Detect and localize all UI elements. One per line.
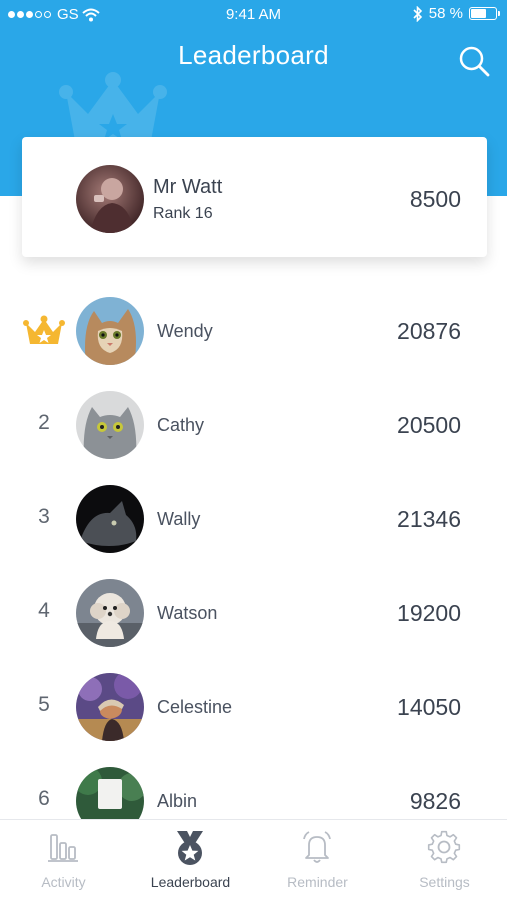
avatar <box>76 767 144 819</box>
list-item[interactable]: 3 Wally 21346 <box>0 473 507 567</box>
rank-number: 3 <box>38 505 50 528</box>
list-item[interactable]: 5 Celestine 14050 <box>0 661 507 755</box>
tab-bar: Activity Leaderboard Reminder Settings <box>0 819 507 900</box>
player-score: 20500 <box>397 412 461 438</box>
tab-reminder[interactable]: Reminder <box>254 820 381 900</box>
battery-percent: 58 % <box>428 5 463 22</box>
avatar <box>76 391 144 459</box>
rank-number: 2 <box>38 411 50 434</box>
player-name: Watson <box>157 603 218 623</box>
status-right: 58 % <box>413 5 500 22</box>
medal-icon <box>177 831 203 865</box>
player-score: 14050 <box>397 694 461 720</box>
bar-chart-icon <box>48 834 78 862</box>
tab-label: Leaderboard <box>150 874 231 890</box>
page-title: Leaderboard <box>178 40 329 70</box>
status-bar: GS 9:41 AM 58 % <box>0 0 507 30</box>
player-name: Celestine <box>157 697 233 717</box>
bell-icon <box>303 831 331 863</box>
player-name: Wally <box>157 509 201 529</box>
player-name: Wendy <box>157 321 213 341</box>
leaderboard-list[interactable]: Wendy 20876 2 Cathy 20500 3 Wally 21346 … <box>0 285 507 819</box>
my-rank: Rank 16 <box>153 205 213 222</box>
list-item[interactable]: 6 Albin 9826 <box>0 755 507 819</box>
my-rank-card[interactable]: Mr Watt Rank 16 8500 <box>22 137 487 257</box>
player-score: 20876 <box>397 318 461 344</box>
gear-icon <box>427 830 461 864</box>
rank-number: 4 <box>38 599 50 622</box>
battery-icon <box>469 7 500 20</box>
player-score: 19200 <box>397 600 461 626</box>
player-name: Albin <box>157 791 198 811</box>
player-score: 9826 <box>409 788 461 814</box>
avatar <box>76 485 144 553</box>
player-score: 21346 <box>397 506 461 532</box>
tab-label: Activity <box>41 874 86 890</box>
tab-settings[interactable]: Settings <box>381 820 507 900</box>
list-item[interactable]: Wendy 20876 <box>0 285 507 379</box>
rank-number: 5 <box>38 693 50 716</box>
tab-leaderboard[interactable]: Leaderboard <box>127 820 254 900</box>
player-name: Cathy <box>157 415 205 435</box>
list-item[interactable]: 4 Watson 19200 <box>0 567 507 661</box>
my-name: Mr Watt <box>153 176 223 198</box>
rank-number: 6 <box>38 787 50 810</box>
my-avatar <box>76 165 144 233</box>
tab-label: Reminder <box>287 874 348 890</box>
avatar <box>76 579 144 647</box>
tab-activity[interactable]: Activity <box>0 820 127 900</box>
crown-icon <box>23 315 65 344</box>
avatar <box>76 673 144 741</box>
tab-label: Settings <box>419 874 470 890</box>
avatar <box>76 297 144 365</box>
my-score: 8500 <box>409 186 461 212</box>
search-icon[interactable] <box>457 44 491 78</box>
list-item[interactable]: 2 Cathy 20500 <box>0 379 507 473</box>
bluetooth-icon <box>413 5 422 22</box>
